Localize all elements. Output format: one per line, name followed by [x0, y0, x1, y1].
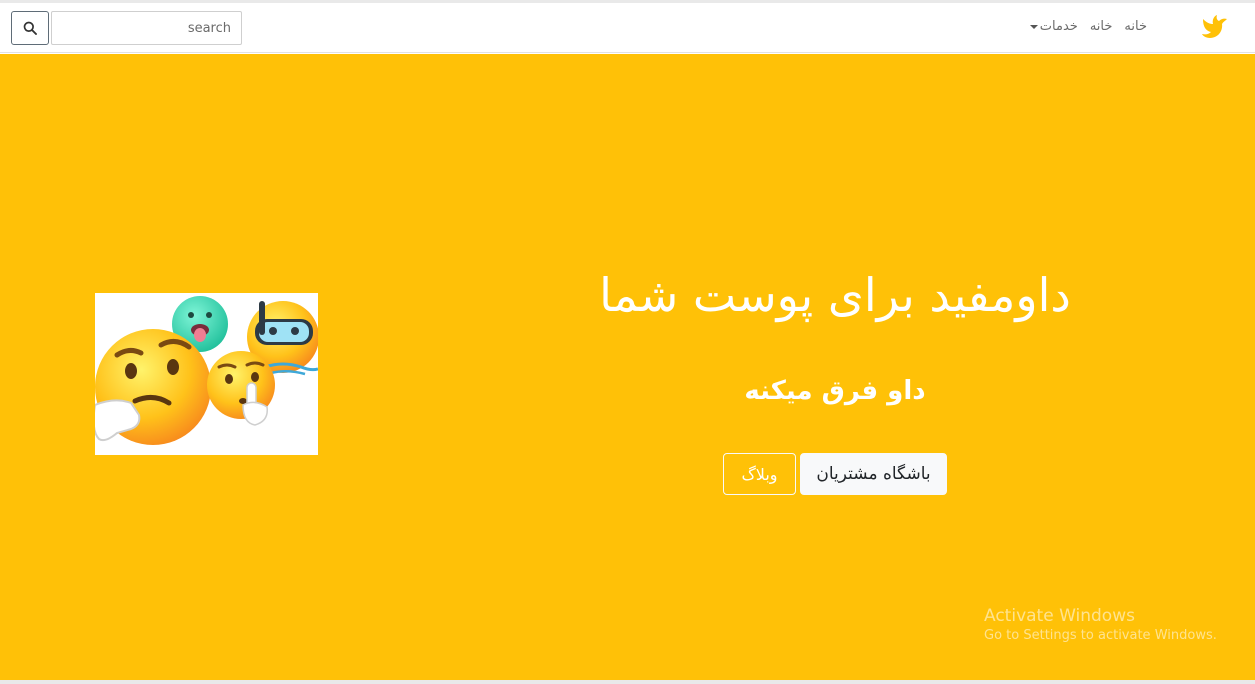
nav-dropdown-label: خدمات	[1039, 19, 1078, 34]
hero-subtitle: داو فرق میکنه	[744, 376, 926, 406]
hero-title: داومفید برای پوست شما	[599, 268, 1071, 322]
nav-link-home[interactable]: خانه	[1124, 19, 1147, 34]
search-button[interactable]	[11, 11, 49, 45]
emoji-faces-image	[95, 293, 318, 455]
customer-club-button[interactable]: باشگاه مشتریان	[800, 453, 947, 495]
navbar: خانه خانه خدمات	[0, 3, 1255, 53]
nav-links: خانه خانه خدمات	[1029, 19, 1147, 34]
activate-windows-watermark: Activate Windows Go to Settings to activ…	[984, 606, 1217, 643]
blog-button[interactable]: وبلاگ	[723, 453, 796, 495]
search-input[interactable]	[51, 11, 242, 45]
nav-dropdown-services[interactable]: خدمات	[1029, 19, 1078, 34]
bird-logo-icon[interactable]	[1199, 13, 1229, 41]
search-icon	[23, 21, 37, 35]
caret-down-icon	[1029, 24, 1038, 29]
bottom-border	[0, 680, 1255, 684]
watermark-subtitle: Go to Settings to activate Windows.	[984, 628, 1217, 643]
watermark-title: Activate Windows	[984, 606, 1135, 626]
nav-link-home-2[interactable]: خانه	[1090, 19, 1113, 34]
